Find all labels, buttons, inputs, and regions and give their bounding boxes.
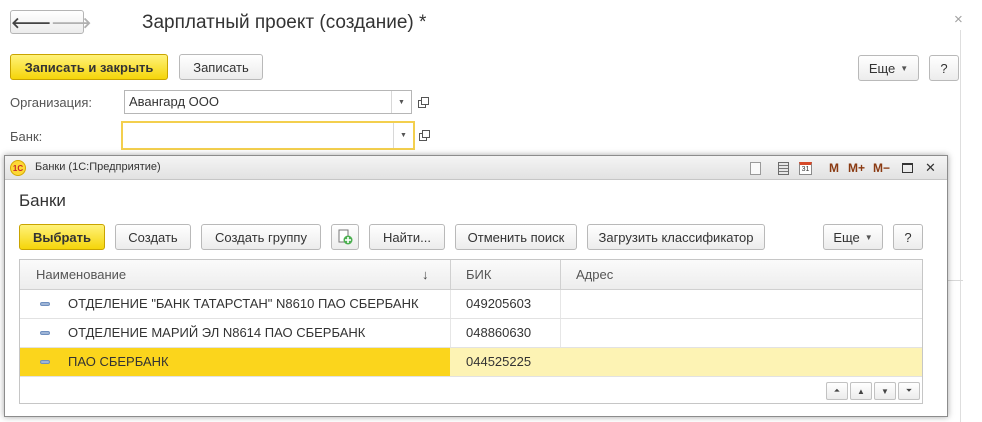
column-header-name[interactable]: Наименование xyxy=(20,260,450,290)
item-dash-icon xyxy=(40,360,50,364)
restore-window-icon[interactable] xyxy=(902,160,913,176)
scroll-bottom-button[interactable]: ⏷ xyxy=(898,382,920,400)
table-row[interactable]: ОТДЕЛЕНИЕ "БАНК ТАТАРСТАН" N8610 ПАО СБЕ… xyxy=(20,290,922,319)
more-label: Еще xyxy=(868,60,896,76)
row-name: ОТДЕЛЕНИЕ МАРИЙ ЭЛ N8614 ПАО СБЕРБАНК xyxy=(68,325,366,340)
scroll-up-button[interactable]: ▲ xyxy=(850,382,872,400)
calculator-icon[interactable] xyxy=(778,160,789,176)
sort-arrow-icon: ↓ xyxy=(422,267,429,282)
row-name: ПАО СБЕРБАНК xyxy=(20,348,450,376)
document-icon[interactable] xyxy=(750,160,761,176)
save-button[interactable]: Записать xyxy=(179,54,263,80)
table-scroll-controls: ⏶ ▲ ▼ ⏷ xyxy=(20,378,922,404)
dialog-help-button[interactable]: ? xyxy=(893,224,923,250)
row-address xyxy=(560,290,922,318)
chevron-down-icon[interactable]: ▼ xyxy=(391,91,411,113)
table-row[interactable]: ОТДЕЛЕНИЕ МАРИЙ ЭЛ N8614 ПАО СБЕРБАНК 04… xyxy=(20,319,922,348)
scroll-down-button[interactable]: ▼ xyxy=(874,382,896,400)
banks-table[interactable]: Наименование ↓ БИК Адрес ОТДЕЛЕНИЕ "БАНК… xyxy=(19,259,923,404)
dialog-close-icon[interactable]: ✕ xyxy=(925,160,936,176)
more-label: Еще xyxy=(833,229,860,245)
load-classifier-button[interactable]: Загрузить классификатор xyxy=(587,224,765,250)
calendar-icon[interactable]: 31 xyxy=(799,160,812,176)
save-and-close-button[interactable]: Записать и закрыть xyxy=(10,54,168,80)
page-title: Зарплатный проект (создание) * xyxy=(142,12,427,33)
chevron-down-icon[interactable]: ▼ xyxy=(393,123,413,148)
row-address xyxy=(560,348,922,376)
bank-label: Банк: xyxy=(10,129,43,144)
dialog-title-bar: 1С Банки (1С:Предприятие) 31 M M+ M− ✕ xyxy=(5,156,947,180)
scroll-top-button[interactable]: ⏶ xyxy=(826,382,848,400)
1c-logo-icon: 1С xyxy=(10,160,26,176)
memory-plus-icon[interactable]: M+ xyxy=(848,160,865,176)
create-group-button[interactable]: Создать группу xyxy=(201,224,321,250)
organization-field[interactable]: Авангард ООО ▼ xyxy=(124,90,412,114)
close-icon[interactable]: × xyxy=(954,11,963,28)
organization-value: Авангард ООО xyxy=(129,94,219,109)
row-name: ОТДЕЛЕНИЕ "БАНК ТАТАРСТАН" N8610 ПАО СБЕ… xyxy=(68,296,419,311)
row-bik: 048860630 xyxy=(466,325,532,340)
bank-value xyxy=(123,123,393,148)
find-button[interactable]: Найти... xyxy=(369,224,445,250)
select-button[interactable]: Выбрать xyxy=(19,224,105,250)
row-bik: 044525225 xyxy=(450,348,560,376)
column-header-address[interactable]: Адрес xyxy=(560,260,922,290)
organization-label: Организация: xyxy=(10,95,93,110)
back-arrow-icon[interactable]: 🡐 xyxy=(11,11,51,33)
create-button[interactable]: Создать xyxy=(115,224,191,250)
row-bik: 049205603 xyxy=(466,296,532,311)
memory-m-icon[interactable]: M xyxy=(829,160,839,176)
dialog-caption: Банки (1С:Предприятие) xyxy=(35,161,161,173)
table-row-selected[interactable]: ПАО СБЕРБАНК 044525225 xyxy=(20,348,922,377)
open-organization-button[interactable] xyxy=(414,90,432,114)
table-header: Наименование ↓ БИК Адрес xyxy=(20,260,922,290)
open-form-icon xyxy=(419,130,430,141)
open-form-icon xyxy=(418,97,429,108)
cancel-search-button[interactable]: Отменить поиск xyxy=(455,224,577,250)
dialog-heading: Банки xyxy=(19,191,66,210)
navigation-buttons: 🡐 🡒 xyxy=(10,10,91,34)
column-header-bik[interactable]: БИК xyxy=(450,260,560,290)
bank-field[interactable]: ▼ xyxy=(121,121,415,150)
open-bank-button[interactable] xyxy=(415,123,433,147)
more-button[interactable]: Еще ▼ xyxy=(858,55,919,81)
banks-dialog: 1С Банки (1С:Предприятие) 31 M M+ M− ✕ Б… xyxy=(4,155,948,417)
add-copy-button[interactable] xyxy=(331,224,359,250)
memory-minus-icon[interactable]: M− xyxy=(873,160,890,176)
chevron-down-icon: ▼ xyxy=(900,63,909,73)
add-copy-icon xyxy=(338,229,353,245)
forward-arrow-icon[interactable]: 🡒 xyxy=(51,11,91,33)
chevron-down-icon: ▼ xyxy=(864,232,873,242)
help-button[interactable]: ? xyxy=(929,55,959,81)
form-right-divider xyxy=(960,30,961,422)
dialog-more-button[interactable]: Еще ▼ xyxy=(823,224,883,250)
row-address xyxy=(560,319,922,347)
